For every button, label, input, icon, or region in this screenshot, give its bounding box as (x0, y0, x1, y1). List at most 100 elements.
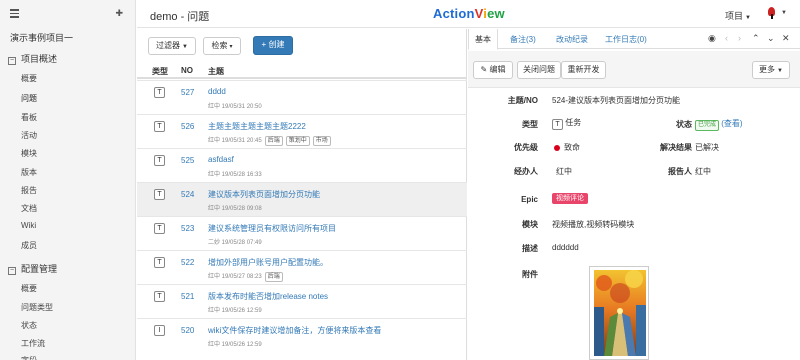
sidebar-item[interactable]: 文档 (21, 203, 37, 214)
user-avatar[interactable] (765, 6, 779, 20)
sidebar-item[interactable]: 概要 (21, 73, 37, 84)
issue-title[interactable]: 版本发布时能否增加release notes (208, 291, 328, 302)
chevron-down-icon: ▼ (182, 44, 188, 50)
issue-no[interactable]: 523 (181, 224, 194, 233)
sidebar-item[interactable]: 问题类型 (21, 302, 53, 313)
table-row[interactable]: T 523 建议系统管理员有权限访问所有项目 二妙 19/05/28 07:49 (137, 216, 467, 250)
issue-meta: 红中 19/05/28 16:33 (208, 172, 262, 178)
issue-meta: 红中 19/05/31 20:45 后端 策划中 市场 (208, 135, 331, 146)
attachment-thumbnail[interactable] (589, 266, 649, 360)
column-type[interactable]: 类型 (152, 66, 168, 77)
issue-meta: 二妙 19/05/28 07:49 (208, 240, 262, 246)
sidebar-item[interactable]: 状态 (21, 320, 37, 331)
sidebar-item[interactable]: 字段 (21, 355, 37, 360)
group-label: 配置管理 (21, 264, 58, 274)
table-row[interactable]: T 521 版本发布时能否增加release notes 红中 19/05/26… (137, 284, 467, 318)
type-icon: T (154, 121, 165, 132)
table-row[interactable]: T 527 dddd 红中 19/05/31 20:50 (137, 80, 467, 114)
table-row-selected[interactable]: T 524 建议版本列表页面增加分页功能 红中 19/05/28 09:08 (137, 182, 467, 216)
tab-comments[interactable]: 备注(3) (510, 34, 536, 45)
issue-label[interactable]: 后端 (264, 272, 283, 282)
issue-meta: 红中 19/05/26 12:59 (208, 308, 262, 314)
sidebar-item[interactable]: 版本 (21, 167, 37, 178)
type-icon: T (154, 155, 165, 166)
issue-title[interactable]: asfdasf (208, 155, 234, 164)
issue-label[interactable]: 策划中 (285, 136, 310, 146)
search-button[interactable]: 检索 ▾ (203, 37, 241, 55)
issue-no[interactable]: 525 (181, 156, 194, 165)
collapse-icon[interactable]: − (8, 57, 16, 65)
issue-title[interactable]: 建议系统管理员有权限访问所有项目 (208, 223, 336, 234)
priority-value: 致命 (554, 142, 580, 153)
sidebar: ✚ 演示事例项目一 − 项目概述 概要 问题 看板 活动 模块 版本 报告 文档 … (0, 0, 136, 360)
subject-value: 524-建议版本列表页面增加分页功能 (552, 96, 681, 105)
next-icon[interactable]: › (738, 33, 741, 43)
chevron-down-icon[interactable]: ▼ (781, 10, 787, 16)
chevron-up-icon[interactable]: ⌃ (752, 33, 760, 44)
project-name[interactable]: 演示事例项目一 (10, 31, 73, 44)
sidebar-item[interactable]: 报告 (21, 185, 37, 196)
status-label: 状态 (676, 120, 692, 129)
table-row[interactable]: T 522 增加外部用户账号用户配置功能。 红中 19/05/27 08:23 后… (137, 250, 467, 284)
tab-basic[interactable]: 基本 (475, 34, 491, 45)
issue-no[interactable]: 520 (181, 326, 194, 335)
sidebar-item-issues[interactable]: 问题 (21, 93, 37, 104)
prev-icon[interactable]: ‹ (725, 33, 728, 43)
create-button[interactable]: + 创建 (253, 36, 293, 55)
tab-worklog[interactable]: 工作日志(0) (605, 34, 647, 45)
table-row[interactable]: I 520 wiki文件保存时建议增加备注，方便将来版本查看 红中 19/05/… (137, 318, 467, 352)
close-icon[interactable]: ✕ (782, 33, 790, 44)
issue-no[interactable]: 524 (181, 190, 194, 199)
issue-title[interactable]: 建议版本列表页面增加分页功能 (208, 189, 320, 200)
filter-button[interactable]: 过滤器 ▼ (148, 37, 196, 55)
sidebar-item[interactable]: 活动 (21, 130, 37, 141)
table-row[interactable]: T 526 主题主题主题主题主题2222 红中 19/05/31 20:45 后端… (137, 114, 467, 148)
tab-history[interactable]: 改动纪录 (556, 34, 588, 45)
issue-no[interactable]: 527 (181, 88, 194, 97)
column-title[interactable]: 主题 (208, 66, 224, 77)
type-icon: T (552, 119, 563, 130)
sidebar-item[interactable]: Wiki (21, 221, 36, 230)
issue-no[interactable]: 526 (181, 122, 194, 131)
sidebar-group-config[interactable]: − 配置管理 (8, 262, 57, 275)
sidebar-group-overview[interactable]: − 项目概述 (8, 52, 57, 65)
type-icon: T (154, 189, 165, 200)
issue-meta: 红中 19/05/31 20:50 (208, 104, 262, 110)
issue-title[interactable]: dddd (208, 87, 226, 96)
epic-badge[interactable]: 视频评论 (552, 193, 588, 204)
pin-icon[interactable]: ✚ (115, 8, 123, 19)
sidebar-item[interactable]: 概要 (21, 283, 37, 294)
issue-no[interactable]: 522 (181, 258, 194, 267)
sidebar-item[interactable]: 看板 (21, 112, 37, 123)
epic-label: Epic (521, 195, 538, 204)
issue-title[interactable]: wiki文件保存时建议增加备注，方便将来版本查看 (208, 325, 381, 336)
chevron-down-icon[interactable]: ⌄ (767, 33, 775, 44)
close-issue-button[interactable]: 关闭问题 (517, 61, 561, 79)
table-header: 类型 NO 主题 (137, 65, 467, 79)
issue-label[interactable]: 后端 (264, 136, 283, 146)
reporter-value: 红中 (695, 167, 711, 176)
view-status-link[interactable]: (查看) (721, 119, 742, 128)
resolution-label: 解决结果 (660, 143, 692, 152)
edit-button[interactable]: ✎ 编辑 (473, 61, 513, 79)
issue-title[interactable]: 主题主题主题主题主题2222 (208, 121, 306, 132)
reopen-button[interactable]: 重新开发 (561, 61, 606, 79)
more-button[interactable]: 更多 ▼ (752, 61, 790, 79)
sidebar-item[interactable]: 成员 (21, 240, 37, 251)
menu-icon[interactable] (10, 9, 19, 18)
issue-title[interactable]: 增加外部用户账号用户配置功能。 (208, 257, 328, 268)
project-menu[interactable]: 项目 ▼ (725, 9, 751, 22)
app-logo[interactable]: ActionView (433, 6, 505, 21)
description-value: dddddd (552, 243, 579, 252)
watch-icon[interactable]: ◉ (708, 33, 716, 44)
module-label: 模块 (522, 220, 538, 229)
collapse-icon[interactable]: − (8, 267, 16, 275)
issue-list: 过滤器 ▼ 检索 ▾ + 创建 类型 NO 主题 T 527 dddd 红中 19/… (137, 29, 467, 360)
sidebar-item[interactable]: 工作流 (21, 338, 45, 349)
table-row[interactable]: T 525 asfdasf 红中 19/05/28 16:33 (137, 148, 467, 182)
issue-no[interactable]: 521 (181, 292, 194, 301)
issue-meta: 红中 19/05/27 08:23 后端 (208, 271, 283, 282)
column-no[interactable]: NO (181, 66, 193, 75)
sidebar-item[interactable]: 模块 (21, 148, 37, 159)
issue-label[interactable]: 市场 (312, 136, 331, 146)
